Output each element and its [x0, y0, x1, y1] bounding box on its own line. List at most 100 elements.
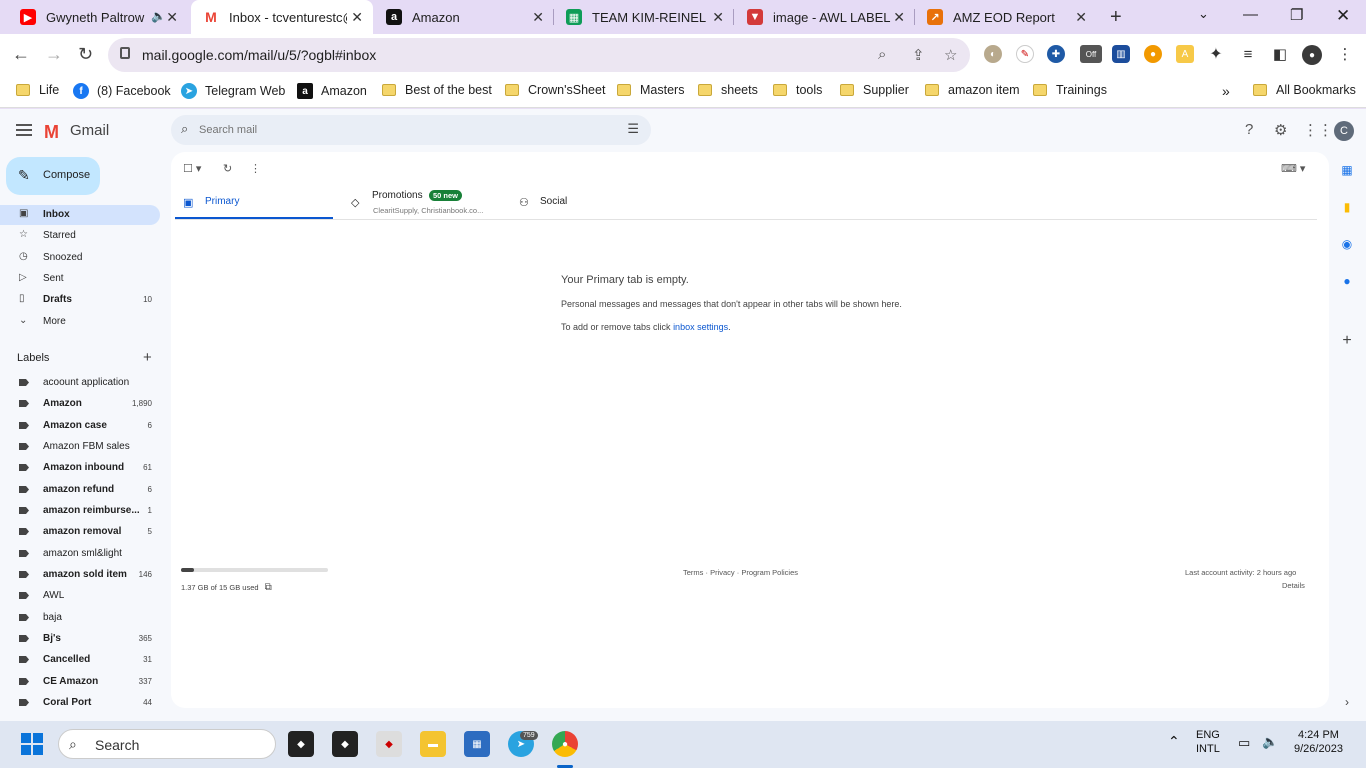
- puzzle-icon[interactable]: ✦: [1207, 45, 1225, 63]
- label-item[interactable]: Amazon 1,890: [0, 394, 160, 414]
- tray-chevron-up-icon[interactable]: ⌃: [1168, 733, 1180, 750]
- nav-sent[interactable]: ▷ Sent: [0, 269, 160, 289]
- file-explorer-icon[interactable]: ▬: [420, 731, 446, 757]
- gmail-logo-icon[interactable]: M: [44, 122, 59, 143]
- tab-sheets[interactable]: ▦ TEAM KIM-REINEL PR ✕: [554, 0, 734, 34]
- taskbar-app-icon[interactable]: ◆: [288, 731, 314, 757]
- forward-arrow-icon[interactable]: →: [45, 44, 63, 65]
- bookmark-telegram[interactable]: ➤ Telegram Web: [181, 83, 285, 99]
- tab-primary[interactable]: ▣ Primary: [175, 186, 333, 220]
- bookmark-best-of-the-best[interactable]: Best of the best: [382, 83, 492, 97]
- language-indicator[interactable]: ENG INTL: [1196, 729, 1220, 755]
- label-item[interactable]: Amazon case 6: [0, 416, 160, 436]
- account-avatar[interactable]: C: [1334, 121, 1354, 141]
- tab-amazon[interactable]: a Amazon ✕: [374, 0, 554, 34]
- search-icon[interactable]: ⌕: [181, 121, 188, 137]
- bookmark-all-bookmarks[interactable]: All Bookmarks: [1253, 83, 1356, 97]
- details-link[interactable]: Details: [1282, 581, 1305, 590]
- close-icon[interactable]: ✕: [712, 9, 724, 26]
- clock[interactable]: 4:24 PM 9/26/2023: [1294, 729, 1343, 755]
- label-item[interactable]: amazon reimburse... 1: [0, 501, 160, 521]
- close-icon[interactable]: ✕: [166, 9, 178, 26]
- label-item[interactable]: AWL: [0, 586, 160, 606]
- label-item[interactable]: amazon sml&light: [0, 544, 160, 564]
- taskbar-app-icon[interactable]: ◆: [332, 731, 358, 757]
- new-tab-plus-icon[interactable]: +: [1110, 6, 1122, 29]
- back-arrow-icon[interactable]: ←: [12, 44, 30, 65]
- bookmark-facebook[interactable]: f (8) Facebook: [73, 83, 171, 99]
- bookmark-star-icon[interactable]: ☆: [944, 46, 957, 64]
- footer-links[interactable]: Terms · Privacy · Program Policies: [683, 568, 798, 577]
- label-item[interactable]: Coral Port 44: [0, 693, 160, 713]
- restore-icon[interactable]: ❐: [1290, 6, 1303, 24]
- bookmark-supplier[interactable]: Supplier: [840, 83, 909, 97]
- taskbar-app-icon[interactable]: ◆: [376, 731, 402, 757]
- open-external-icon[interactable]: ⧉: [265, 582, 272, 593]
- label-item[interactable]: acoount application: [0, 373, 160, 393]
- label-item[interactable]: amazon sold item 146: [0, 565, 160, 585]
- help-icon[interactable]: ?: [1245, 121, 1253, 138]
- keep-icon[interactable]: ▮: [1336, 196, 1358, 218]
- tab-gmail[interactable]: M Inbox - tcventurestc@ ✕: [191, 0, 373, 34]
- extension-off-badge[interactable]: Off: [1080, 45, 1102, 63]
- window-close-icon[interactable]: ✕: [1336, 6, 1350, 26]
- settings-gear-icon[interactable]: ⚙: [1274, 121, 1287, 139]
- bookmark-crowns-sheet[interactable]: Crown'sSheet: [505, 83, 605, 97]
- windows-start-icon[interactable]: [21, 733, 43, 755]
- extension-icon[interactable]: ▥: [1112, 45, 1130, 63]
- label-item[interactable]: baja: [0, 608, 160, 628]
- tab-awl-label[interactable]: ▼ image - AWL LABEL ✕: [735, 0, 915, 34]
- bookmark-amazon[interactable]: a Amazon: [297, 83, 367, 99]
- label-item[interactable]: amazon removal 5: [0, 522, 160, 542]
- minimize-icon[interactable]: —: [1243, 6, 1258, 23]
- nav-drafts[interactable]: ▯ Drafts 10: [0, 290, 160, 310]
- more-options-icon[interactable]: ⋮: [250, 162, 261, 175]
- zoom-icon[interactable]: ⌕: [878, 46, 886, 63]
- share-icon[interactable]: ⇪: [912, 46, 925, 64]
- refresh-icon[interactable]: ↻: [223, 162, 232, 175]
- label-item[interactable]: Bj's 365: [0, 629, 160, 649]
- calculator-icon[interactable]: ▦: [464, 731, 490, 757]
- label-item[interactable]: CE Amazon 337: [0, 672, 160, 692]
- search-input[interactable]: [199, 120, 599, 140]
- kebab-menu-icon[interactable]: ⋮: [1336, 45, 1354, 63]
- tab-social[interactable]: ⚇ Social: [519, 186, 639, 220]
- side-panel-icon[interactable]: ◧: [1271, 45, 1289, 63]
- close-icon[interactable]: ✕: [893, 9, 905, 26]
- tasks-icon[interactable]: ◉: [1336, 233, 1358, 255]
- network-icon[interactable]: ▭: [1238, 735, 1250, 751]
- extension-icon[interactable]: ◐: [984, 45, 1002, 63]
- bookmark-tools[interactable]: tools: [773, 83, 822, 97]
- extension-icon[interactable]: ✚: [1047, 45, 1065, 63]
- label-item[interactable]: Amazon FBM sales: [0, 437, 160, 457]
- close-icon[interactable]: ✕: [1075, 9, 1087, 26]
- add-addon-plus-icon[interactable]: +: [1336, 330, 1358, 352]
- nav-more[interactable]: ⌄ More: [0, 312, 160, 332]
- tab-eod-report[interactable]: ↗ AMZ EOD Report ✕: [915, 0, 1097, 34]
- contacts-icon[interactable]: ●: [1336, 270, 1358, 292]
- reload-icon[interactable]: ↻: [78, 44, 93, 65]
- tab-youtube[interactable]: ▶ Gwyneth Paltrow 🔈 ✕: [8, 0, 188, 34]
- bookmark-masters[interactable]: Masters: [617, 83, 684, 97]
- keyboard-icon[interactable]: ⌨ ▾: [1281, 162, 1305, 175]
- tab-search-chevron-icon[interactable]: ⌄: [1198, 6, 1209, 22]
- volume-icon[interactable]: 🔈: [1262, 734, 1278, 750]
- chrome-icon[interactable]: ●: [552, 731, 578, 757]
- speaker-icon[interactable]: 🔈: [151, 9, 166, 23]
- nav-snoozed[interactable]: ◷ Snoozed: [0, 248, 160, 268]
- extension-icon[interactable]: A: [1176, 45, 1194, 63]
- apps-grid-icon[interactable]: ⋮⋮: [1303, 121, 1333, 139]
- label-item[interactable]: amazon refund 6: [0, 480, 160, 500]
- nav-starred[interactable]: ☆ Starred: [0, 226, 160, 246]
- close-icon[interactable]: ✕: [532, 9, 544, 26]
- url-text[interactable]: mail.google.com/mail/u/5/?ogbl#inbox: [142, 47, 376, 63]
- search-options-icon[interactable]: ☰: [627, 121, 639, 137]
- inbox-settings-link[interactable]: inbox settings: [673, 322, 728, 332]
- expand-panel-chevron-icon[interactable]: ›: [1336, 691, 1358, 713]
- create-label-plus-icon[interactable]: +: [143, 349, 152, 366]
- extension-icon[interactable]: ●: [1144, 45, 1162, 63]
- bookmark-amazon-item[interactable]: amazon item: [925, 83, 1020, 97]
- profile-avatar[interactable]: ●: [1302, 45, 1322, 65]
- address-bar[interactable]: mail.google.com/mail/u/5/?ogbl#inbox ⌕ ⇪…: [108, 38, 970, 72]
- bookmark-sheets[interactable]: sheets: [698, 83, 758, 97]
